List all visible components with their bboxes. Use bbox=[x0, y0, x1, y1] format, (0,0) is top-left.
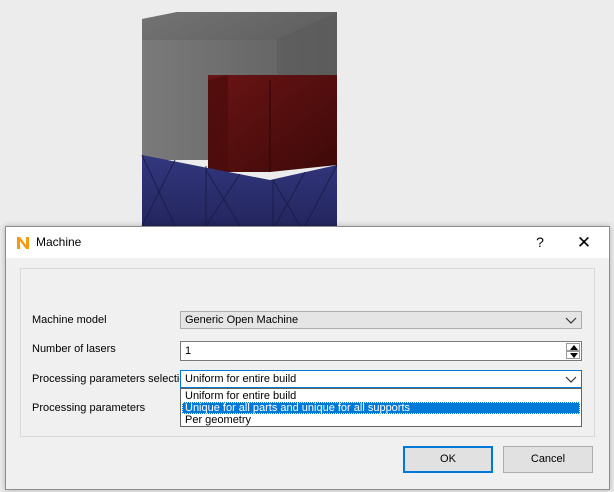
dialog-content: Machine model Generic Open Machine Numbe… bbox=[6, 258, 609, 489]
number-of-lasers-label: Number of lasers bbox=[32, 343, 116, 355]
dropdown-option-uniform[interactable]: Uniform for entire build bbox=[182, 390, 580, 402]
cancel-button[interactable]: Cancel bbox=[503, 446, 593, 473]
arrow-down-icon bbox=[570, 353, 578, 358]
machine-dialog: Machine ? ✕ Machine model Generic Open M… bbox=[5, 226, 610, 490]
dropdown-option-per-geometry[interactable]: Per geometry bbox=[182, 414, 580, 426]
help-button[interactable]: ? bbox=[518, 227, 562, 258]
processing-parameters-label: Processing parameters bbox=[32, 402, 146, 414]
machine-model-value: Generic Open Machine bbox=[185, 314, 299, 326]
machine-model-label: Machine model bbox=[32, 314, 107, 326]
dropdown-option-unique-parts-supports[interactable]: Unique for all parts and unique for all … bbox=[182, 402, 580, 414]
spin-up-button[interactable] bbox=[566, 343, 580, 351]
red-part-inner bbox=[208, 75, 228, 172]
number-of-lasers-spinbox[interactable]: 1 bbox=[180, 341, 582, 361]
chevron-down-icon bbox=[565, 376, 577, 383]
arrow-up-icon bbox=[570, 345, 578, 350]
dialog-title: Machine bbox=[36, 235, 82, 249]
app-logo-icon bbox=[15, 235, 31, 251]
processing-parameters-selection-label: Processing parameters selection bbox=[32, 373, 192, 385]
spin-down-button[interactable] bbox=[566, 351, 580, 359]
processing-parameters-selection-value: Uniform for entire build bbox=[185, 373, 297, 385]
dialog-titlebar[interactable]: Machine ? ✕ bbox=[6, 227, 609, 258]
processing-parameters-selection-select[interactable]: Uniform for entire build bbox=[180, 370, 582, 388]
processing-parameters-dropdown-list: Uniform for entire build Unique for all … bbox=[180, 388, 582, 427]
close-button[interactable]: ✕ bbox=[562, 227, 606, 258]
number-of-lasers-value: 1 bbox=[185, 345, 192, 357]
machine-model-select[interactable]: Generic Open Machine bbox=[180, 311, 582, 329]
chevron-down-icon bbox=[565, 317, 577, 324]
ok-button[interactable]: OK bbox=[403, 446, 493, 473]
